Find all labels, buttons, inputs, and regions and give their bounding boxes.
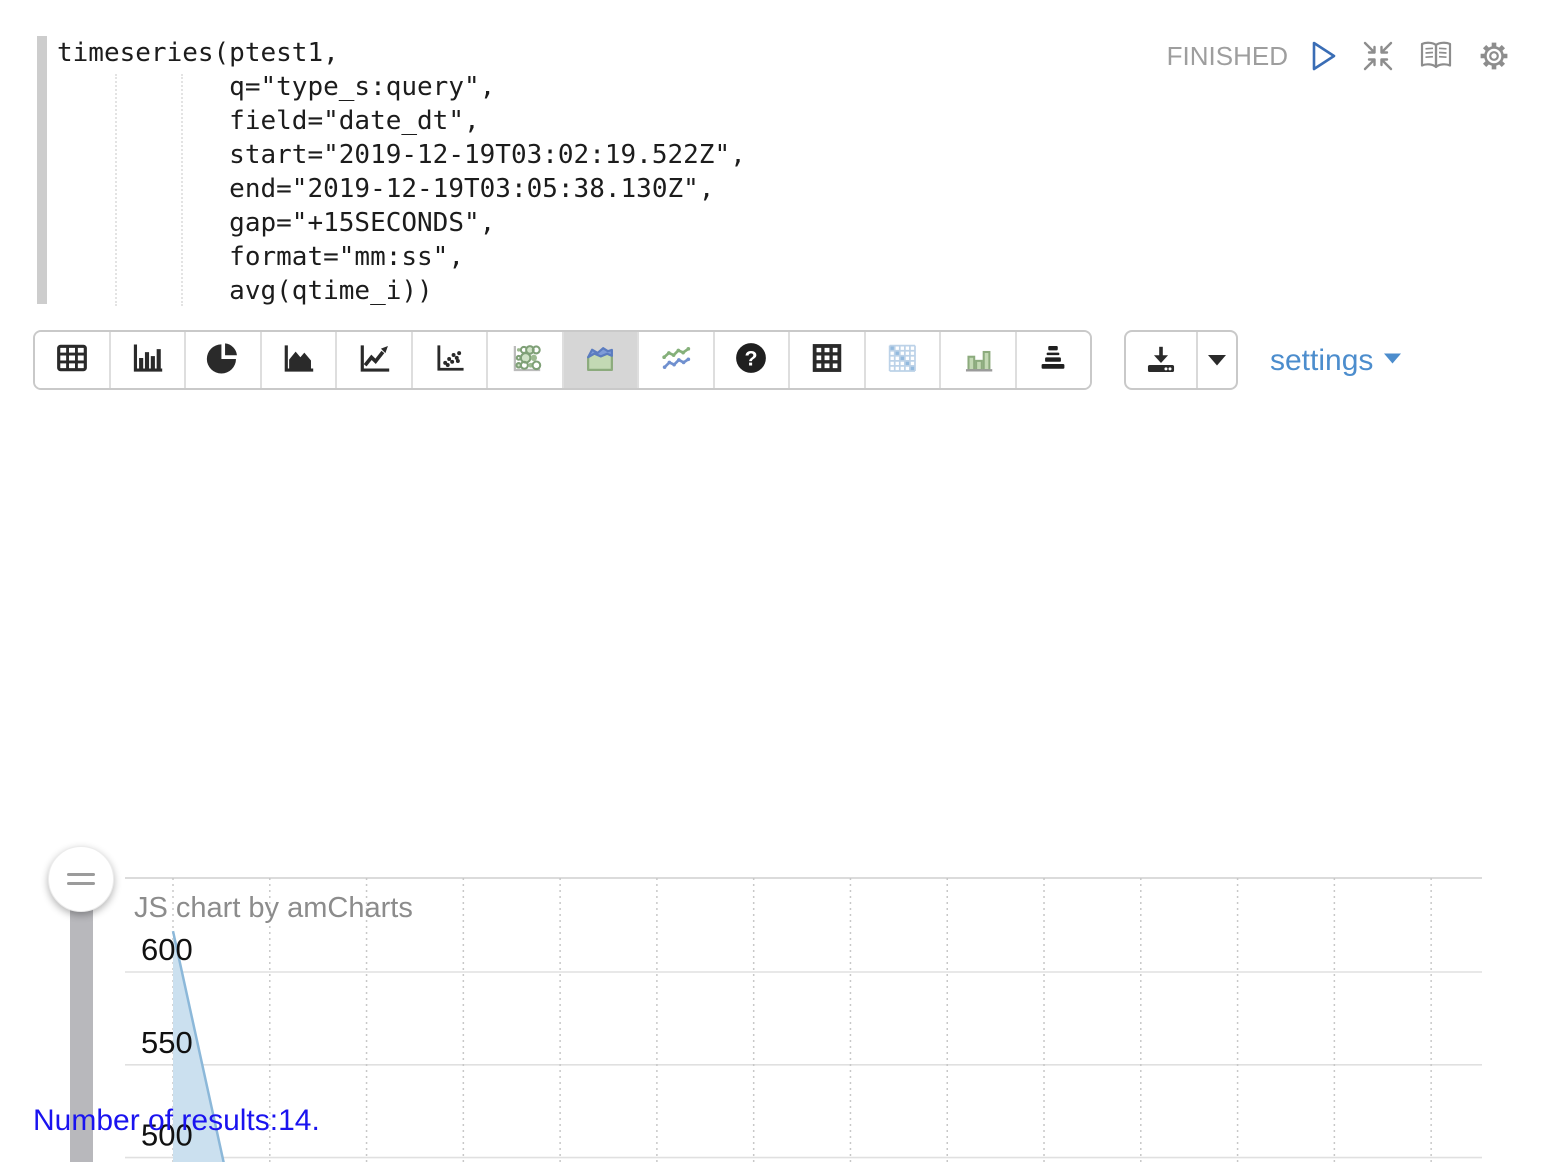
bubble-chart-icon	[506, 339, 544, 382]
y-axis-label: 550	[141, 1025, 193, 1060]
code-line: end="2019-12-19T03:05:38.130Z",	[57, 172, 746, 206]
svg-text:?: ?	[745, 346, 758, 370]
download-button[interactable]	[1126, 332, 1198, 388]
code-line: timeseries(ptest1,	[57, 36, 746, 70]
line-chart-icon	[355, 339, 393, 382]
viz-button-line-chart[interactable]	[337, 332, 413, 388]
pyramid-chart-icon	[1034, 339, 1072, 382]
help-icon: ?	[732, 339, 770, 382]
scrollbar-top-handle[interactable]	[48, 846, 114, 912]
code-line: start="2019-12-19T03:02:19.522Z",	[57, 138, 746, 172]
gear-icon[interactable]	[1476, 38, 1512, 74]
viz-button-table[interactable]	[35, 332, 111, 388]
timeseries-area-chart: 35040045050055060002:1902:3402:4903:0403…	[0, 420, 1554, 1100]
code-line: avg(qtime_i))	[57, 274, 746, 308]
amcharts-watermark: JS chart by amCharts	[134, 892, 413, 924]
grip-line	[67, 882, 95, 885]
grip-line	[67, 873, 95, 876]
code-line: field="date_dt",	[57, 104, 746, 138]
status-badge: FINISHED	[1167, 41, 1288, 72]
code-line: format="mm:ss",	[57, 240, 746, 274]
book-icon[interactable]	[1417, 38, 1455, 74]
compress-icon[interactable]	[1360, 38, 1396, 74]
viz-button-column-chart[interactable]	[941, 332, 1017, 388]
chart-plot-area[interactable]: 35040045050055060002:1902:3402:4903:0403…	[125, 874, 1490, 1162]
query-code-editor[interactable]: timeseries(ptest1, q="type_s:query", fie…	[57, 36, 746, 308]
table-icon	[53, 339, 91, 382]
settings-button[interactable]: settings	[1270, 344, 1402, 378]
viz-button-pie-chart[interactable]	[186, 332, 262, 388]
column-chart-icon	[959, 339, 997, 382]
multi-line-chart-icon	[657, 339, 695, 382]
viz-button-pyramid-chart[interactable]	[1017, 332, 1091, 388]
viz-button-help[interactable]: ?	[715, 332, 791, 388]
area-series-line	[173, 931, 1431, 1162]
settings-label: settings	[1270, 344, 1373, 378]
pie-chart-icon	[204, 339, 242, 382]
area-series	[173, 931, 1431, 1162]
result-count-text: Number of results:14.	[33, 1104, 320, 1138]
viz-button-pivot-table[interactable]	[790, 332, 866, 388]
stacked-area-chart-icon	[581, 339, 619, 382]
visualization-toolbar: ?	[33, 330, 1092, 390]
editor-gutter-bar	[37, 36, 47, 304]
bar-chart-icon	[128, 339, 166, 382]
play-icon[interactable]	[1309, 39, 1339, 73]
paragraph-status-row: FINISHED	[1167, 38, 1512, 74]
viz-button-scatter-plot[interactable]	[413, 332, 489, 388]
download-button-group	[1124, 330, 1238, 390]
download-options-caret[interactable]	[1198, 332, 1236, 388]
viz-button-area-chart[interactable]	[262, 332, 338, 388]
y-axis-label: 600	[141, 932, 193, 967]
viz-button-bar-chart[interactable]	[111, 332, 187, 388]
viz-button-heatmap-matrix[interactable]	[866, 332, 942, 388]
code-line: gap="+15SECONDS",	[57, 206, 746, 240]
zeppelin-paragraph: timeseries(ptest1, q="type_s:query", fie…	[0, 0, 1554, 1162]
heatmap-matrix-icon	[883, 339, 921, 382]
pivot-table-icon	[808, 339, 846, 382]
viz-button-stacked-area-chart[interactable]	[564, 332, 640, 388]
area-chart-icon	[279, 339, 317, 382]
scatter-plot-icon	[430, 339, 468, 382]
chevron-down-icon	[1383, 352, 1402, 370]
code-line: q="type_s:query",	[57, 70, 746, 104]
viz-button-bubble-chart[interactable]	[488, 332, 564, 388]
viz-button-multi-line-chart[interactable]	[639, 332, 715, 388]
